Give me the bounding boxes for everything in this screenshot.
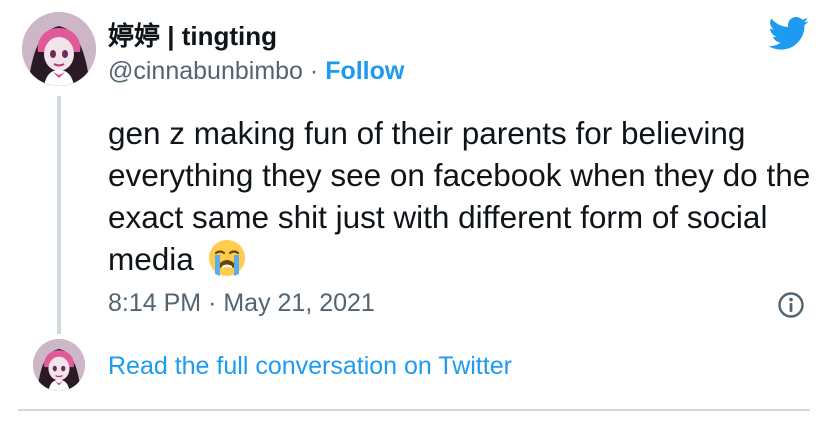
tweet-body: gen z making fun of their parents for be…	[108, 112, 818, 282]
twitter-bird-icon[interactable]	[768, 17, 810, 51]
info-icon[interactable]	[777, 291, 805, 319]
author-handle[interactable]: @cinnabunbimbo	[108, 57, 303, 85]
tweet-timestamp: 8:14 PM · May 21, 2021	[108, 288, 375, 318]
timestamp-separator: ·	[208, 289, 217, 317]
author-display-name[interactable]: 婷婷 | tingting	[108, 20, 277, 52]
tweet-time-link[interactable]: 8:14 PM · May 21, 2021	[108, 289, 375, 317]
avatar-illustration	[22, 12, 96, 86]
follow-link[interactable]: Follow	[325, 57, 404, 85]
tweet-date: May 21, 2021	[223, 289, 375, 317]
bottom-divider	[18, 409, 810, 411]
read-full-conversation-link[interactable]: Read the full conversation on Twitter	[108, 351, 512, 381]
thread-connector-line	[57, 96, 61, 334]
footer-avatar[interactable]	[33, 339, 85, 391]
tweet-time: 8:14 PM	[108, 289, 202, 317]
handle-separator: ·	[309, 57, 319, 85]
loudly-crying-face-icon	[207, 238, 247, 278]
author-avatar[interactable]	[22, 12, 96, 86]
avatar-illustration	[33, 339, 85, 391]
author-handle-row: @cinnabunbimbo · Follow	[108, 56, 404, 86]
